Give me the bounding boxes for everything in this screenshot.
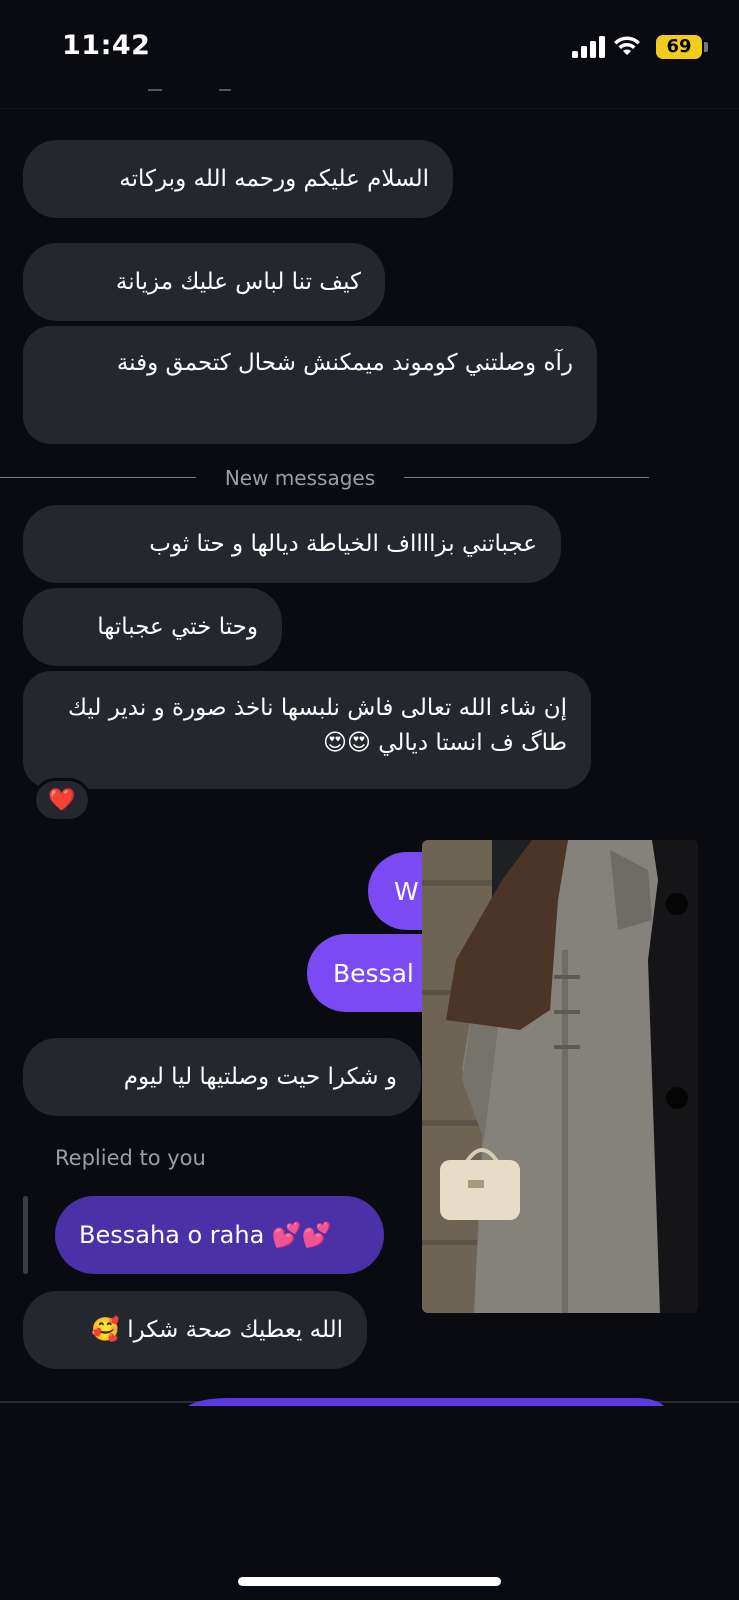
header-remnant [148,89,162,91]
abaya-photo-image [422,840,698,1313]
message-text: كيف تنا لباس عليك مزيانة [115,268,361,295]
incoming-message[interactable]: عجباتني بزااااف الخياطة ديالها و حتا ثوب [23,505,561,583]
new-messages-divider: New messages [224,466,376,490]
composer-edge [0,1398,739,1406]
message-text: W [394,876,419,906]
header-divider [0,108,739,109]
quoted-text: Bessaha o raha 💕💕 [79,1221,332,1249]
message-text: وحتا ختي عجباتها [97,613,258,640]
battery-indicator: 69 [656,35,702,59]
message-text: إن شاء الله تعالى فاش نلبسها ناخذ صورة و… [68,695,567,756]
message-text: السلام عليكم ورحمه الله وبركاته [119,165,429,192]
message-text: و شكرا حيت وصلتيها ليا ليوم [123,1063,397,1090]
divider-line-right [404,477,649,478]
message-text: الله يعطيك صحة شكرا 🥰 [91,1316,343,1343]
message-text: Bessal [333,958,414,988]
replied-to-you-label: Replied to you [55,1146,206,1170]
battery-nub [704,42,708,52]
wifi-icon [614,36,640,55]
home-indicator[interactable] [238,1577,501,1586]
cellular-signal-icon [572,36,605,58]
incoming-message[interactable]: كيف تنا لباس عليك مزيانة [23,243,385,321]
heart-reaction[interactable]: ❤️ [33,778,91,822]
status-time: 11:42 [62,30,151,61]
shared-photo[interactable] [422,840,698,1313]
message-text: عجباتني بزااااف الخياطة ديالها و حتا ثوب [149,530,537,557]
status-bar: 11:42 69 [0,0,739,96]
incoming-message[interactable]: الله يعطيك صحة شكرا 🥰 [23,1291,367,1369]
incoming-message[interactable]: السلام عليكم ورحمه الله وبركاته [23,140,453,218]
divider-line-left [0,477,196,478]
reply-quote-bar [23,1196,28,1274]
incoming-message[interactable]: إن شاء الله تعالى فاش نلبسها ناخذ صورة و… [23,671,591,789]
message-text: رآه وصلتني كوموند ميمكنش شحال كتحمق وفنة [116,350,573,376]
incoming-message[interactable]: رآه وصلتني كوموند ميمكنش شحال كتحمق وفنة [23,326,597,444]
quoted-reply-bubble[interactable]: Bessaha o raha 💕💕 [55,1196,384,1274]
header-remnant [219,89,231,91]
incoming-message[interactable]: وحتا ختي عجباتها [23,588,282,666]
incoming-message[interactable]: و شكرا حيت وصلتيها ليا ليوم [23,1038,421,1116]
